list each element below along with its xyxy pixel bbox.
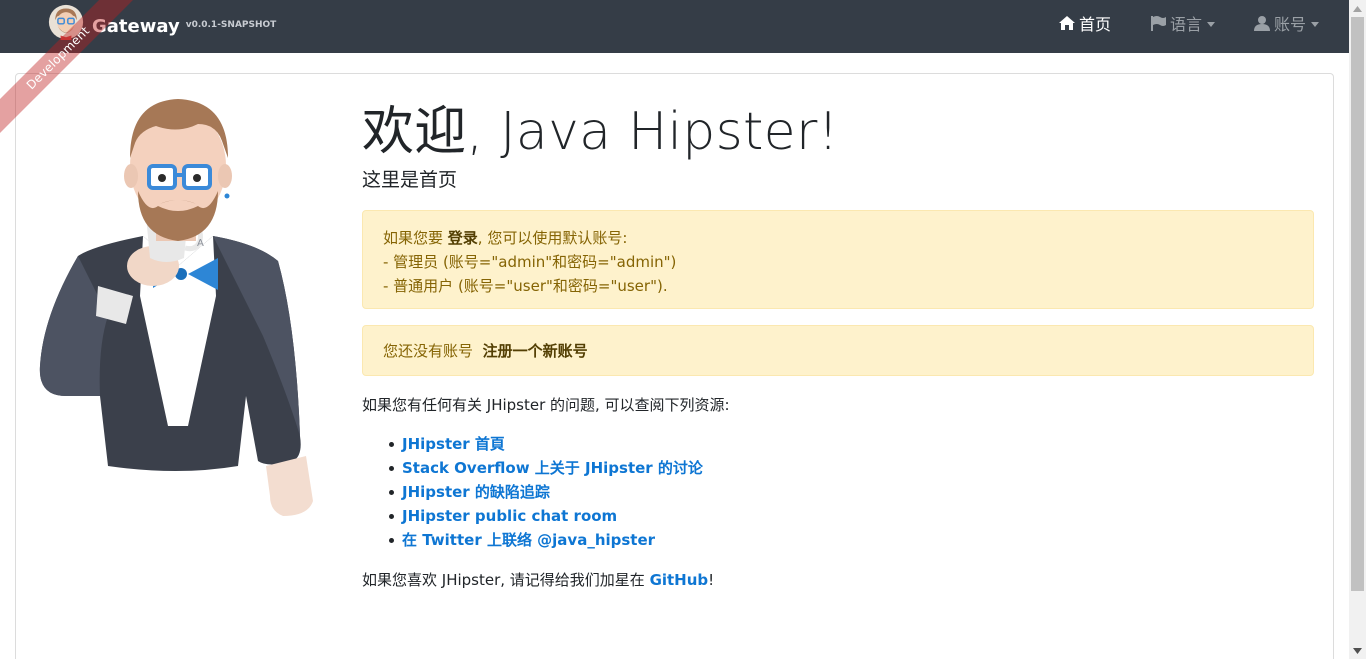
user-icon — [1253, 14, 1271, 32]
nav-account-dropdown[interactable]: 账号 — [1253, 11, 1319, 35]
nav-menu: 首页 语言 账号 — [1020, 0, 1319, 46]
list-item: Stack Overflow 上关于 JHipster 的讨论 — [386, 456, 1314, 480]
hipster-illustration: A — [39, 99, 313, 516]
github-link[interactable]: GitHub — [650, 571, 709, 589]
twitter-link[interactable]: 在 Twitter 上联络 @java_hipster — [402, 531, 655, 549]
nav-language-dropdown[interactable]: 语言 — [1149, 11, 1215, 35]
user-account-line: - 普通用户 (账号="user"和密码="user"). — [383, 277, 668, 295]
login-alert-line: 如果您要 登录, 您可以使用默认账号: — [383, 229, 628, 247]
login-info-alert: 如果您要 登录, 您可以使用默认账号: - 管理员 (账号="admin"和密码… — [362, 210, 1314, 309]
home-icon — [1058, 14, 1076, 32]
chevron-down-icon — [1206, 21, 1215, 27]
register-alert-text: 您还没有账号 — [383, 342, 474, 360]
list-item: JHipster public chat room — [386, 504, 1314, 528]
svg-text:A: A — [197, 238, 204, 249]
bug-tracker-link[interactable]: JHipster 的缺陷追踪 — [402, 483, 550, 501]
resources-intro: 如果您有任何有关 JHipster 的问题, 可以查阅下列资源: — [362, 396, 730, 414]
brand-link[interactable]: Gateway v0.0.1-SNAPSHOT — [48, 0, 276, 53]
register-link[interactable]: 注册一个新账号 — [483, 340, 588, 361]
admin-account-line: - 管理员 (账号="admin"和密码="admin") — [383, 253, 677, 271]
nav-language-label: 语言 — [1169, 15, 1202, 34]
scroll-up-arrow-icon[interactable] — [1349, 0, 1366, 17]
chevron-down-icon — [1311, 21, 1319, 27]
navbar: Gateway v0.0.1-SNAPSHOT 首页 语言 账号 — [0, 0, 1349, 53]
hipster-logo-icon — [48, 4, 84, 40]
brand-name: Gateway — [92, 16, 180, 37]
register-alert: 您还没有账号 注册一个新账号 — [362, 325, 1314, 376]
list-item: JHipster 首頁 — [386, 432, 1314, 456]
stackoverflow-link[interactable]: Stack Overflow 上关于 JHipster 的讨论 — [402, 459, 703, 477]
flag-icon — [1149, 14, 1167, 32]
list-item: JHipster 的缺陷追踪 — [386, 480, 1314, 504]
github-star-text: 如果您喜欢 JHipster, 请记得给我们加星在 GitHub! — [362, 571, 715, 589]
page-subtitle: 这里是首页 — [362, 169, 458, 191]
page-scrollbar[interactable] — [1349, 0, 1366, 659]
scroll-down-arrow-icon[interactable] — [1349, 642, 1366, 659]
scrollbar-thumb[interactable] — [1351, 17, 1364, 591]
login-link[interactable]: 登录 — [448, 229, 478, 247]
chat-room-link[interactable]: JHipster public chat room — [402, 507, 617, 525]
brand-version: v0.0.1-SNAPSHOT — [185, 19, 277, 30]
list-item: 在 Twitter 上联络 @java_hipster — [386, 528, 1314, 552]
resources-list: JHipster 首頁 Stack Overflow 上关于 JHipster … — [386, 432, 1314, 552]
home-content: 欢迎, Java Hipster! 这里是首页 如果您要 登录, 您可以使用默认… — [362, 96, 1314, 591]
page-title: 欢迎, Java Hipster! — [362, 102, 839, 162]
nav-account-label: 账号 — [1273, 15, 1306, 34]
nav-home[interactable]: 首页 — [1058, 11, 1111, 35]
nav-home-label: 首页 — [1078, 15, 1111, 34]
jhipster-homepage-link[interactable]: JHipster 首頁 — [402, 435, 505, 453]
